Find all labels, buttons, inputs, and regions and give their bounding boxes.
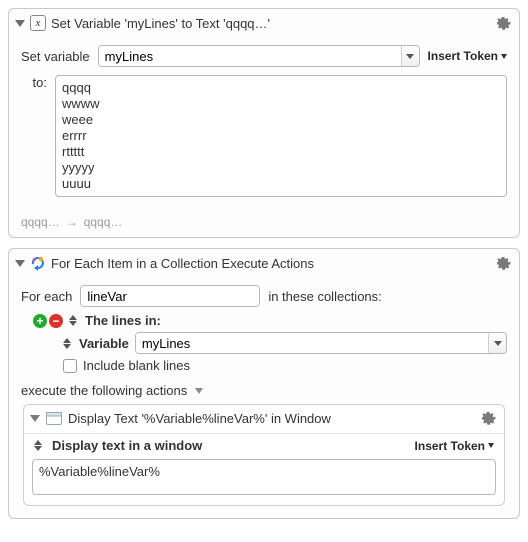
action-header: x Set Variable 'myLines' to Text 'qqqq…': [9, 9, 519, 37]
chevron-down-icon: [501, 54, 507, 59]
variable-label: Variable: [79, 336, 129, 351]
action-header: Display Text '%Variable%lineVar%' in Win…: [24, 405, 504, 429]
action-header: For Each Item in a Collection Execute Ac…: [9, 249, 519, 277]
include-blank-label: Include blank lines: [83, 358, 190, 373]
lines-in-label: The lines in:: [85, 313, 161, 328]
disclosure-icon[interactable]: [15, 20, 25, 27]
execute-label: execute the following actions: [21, 383, 187, 398]
action-title: For Each Item in a Collection Execute Ac…: [51, 256, 490, 271]
action-set-variable: x Set Variable 'myLines' to Text 'qqqq…'…: [8, 8, 520, 238]
insert-token-label: Insert Token: [428, 49, 498, 63]
collection-variable-dropdown[interactable]: [488, 333, 506, 353]
add-collection-button[interactable]: +: [33, 314, 47, 328]
variable-name-dropdown[interactable]: [401, 46, 419, 66]
result-preview: qqqq… → qqqq…: [9, 211, 519, 237]
arrow-icon: →: [66, 215, 78, 229]
disclosure-icon[interactable]: [30, 415, 40, 422]
action-body: Set variable Insert Token to: qqqq wwww …: [9, 37, 519, 211]
variable-name-select[interactable]: [98, 45, 420, 67]
chevron-down-icon: [488, 443, 494, 448]
disclosure-icon[interactable]: [15, 260, 25, 267]
action-title: Set Variable 'myLines' to Text 'qqqq…': [51, 16, 490, 31]
for-each-label: For each: [21, 289, 72, 304]
result-to: qqqq…: [84, 215, 123, 229]
to-label: to:: [21, 75, 47, 90]
variable-name-input[interactable]: [99, 46, 401, 66]
loop-variable-select[interactable]: [80, 285, 260, 307]
chevron-down-icon: [494, 341, 502, 346]
include-blank-row: Include blank lines: [33, 358, 507, 373]
collection-header-row: + − The lines in:: [33, 313, 507, 328]
window-icon: [46, 412, 62, 425]
display-mode-stepper[interactable]: [34, 440, 44, 451]
display-text-input[interactable]: %Variable%lineVar%: [32, 459, 496, 495]
action-title: Display Text '%Variable%lineVar%' in Win…: [68, 411, 474, 426]
collection-variable-row: Variable: [33, 332, 507, 354]
gear-icon[interactable]: [480, 410, 496, 426]
gear-icon[interactable]: [495, 15, 511, 31]
set-variable-label: Set variable: [21, 49, 90, 64]
execute-row: execute the following actions: [21, 383, 507, 398]
action-display-text: Display Text '%Variable%lineVar%' in Win…: [23, 404, 505, 506]
disclosure-icon[interactable]: [195, 388, 203, 394]
gear-icon[interactable]: [495, 255, 511, 271]
action-for-each: For Each Item in a Collection Execute Ac…: [8, 248, 520, 519]
loop-variable-input[interactable]: [81, 286, 260, 306]
add-remove-controls: + −: [33, 314, 63, 328]
text-value-textarea[interactable]: qqqq wwww weee errrr rttttt yyyyy uuuu: [55, 75, 507, 197]
include-blank-checkbox[interactable]: [63, 359, 77, 373]
action-body: For each in these collections: + − The l…: [9, 277, 519, 518]
source-type-stepper[interactable]: [63, 338, 73, 349]
in-collections-label: in these collections:: [268, 289, 381, 304]
collection-block: + − The lines in: Variable Include blank…: [33, 313, 507, 373]
collection-variable-input[interactable]: [136, 333, 488, 353]
remove-collection-button[interactable]: −: [49, 314, 63, 328]
insert-token-label: Insert Token: [415, 439, 485, 453]
insert-token-button[interactable]: Insert Token: [415, 439, 494, 453]
set-variable-row: Set variable Insert Token: [21, 45, 507, 67]
chevron-down-icon: [406, 54, 414, 59]
display-mode-label: Display text in a window: [52, 438, 407, 453]
for-each-row: For each in these collections:: [21, 285, 507, 307]
divider: [24, 433, 504, 434]
collection-variable-select[interactable]: [135, 332, 507, 354]
display-mode-row: Display text in a window Insert Token: [24, 438, 504, 453]
to-row: to: qqqq wwww weee errrr rttttt yyyyy uu…: [21, 75, 507, 197]
foreach-icon: [30, 255, 46, 271]
insert-token-button[interactable]: Insert Token: [428, 49, 507, 63]
collection-type-stepper[interactable]: [69, 315, 79, 326]
result-from: qqqq…: [21, 215, 60, 229]
variable-icon: x: [30, 15, 46, 31]
